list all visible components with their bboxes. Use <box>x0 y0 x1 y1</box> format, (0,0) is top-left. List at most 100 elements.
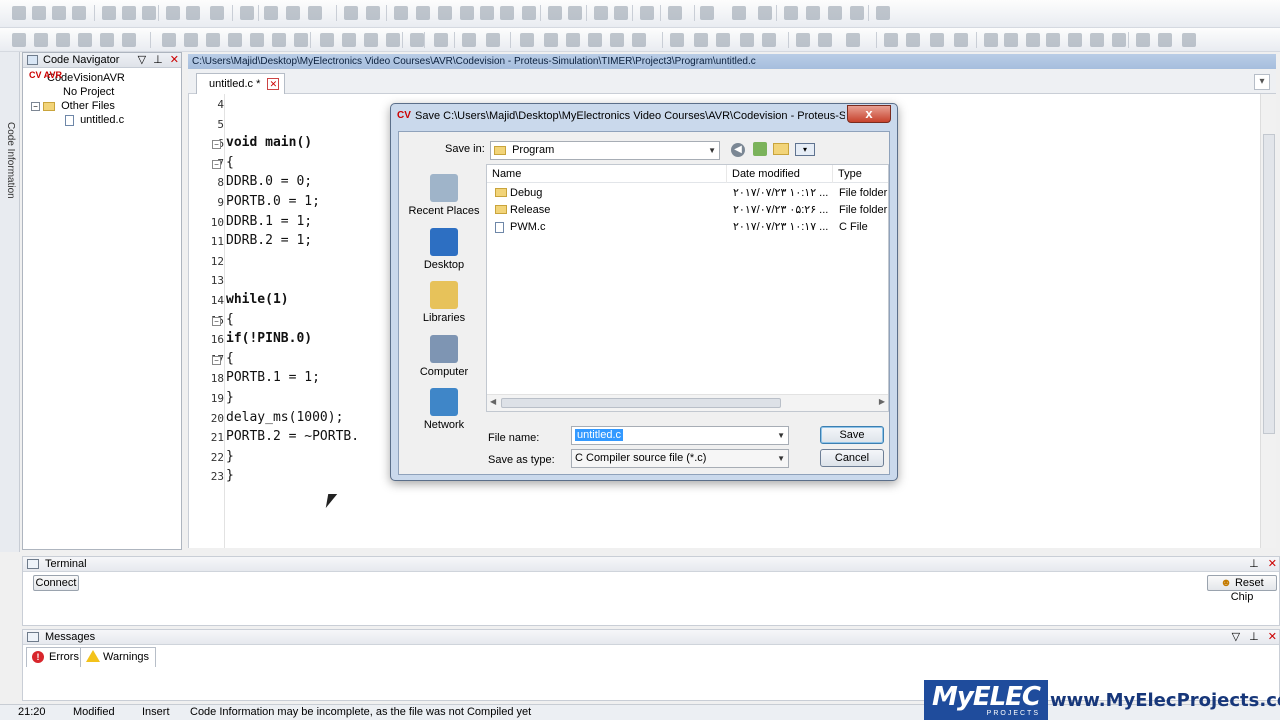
toolbar-button-icon[interactable] <box>228 33 242 47</box>
file-name-input[interactable]: untitled.c ▼ <box>571 426 789 445</box>
toolbar-button-icon[interactable] <box>240 6 254 20</box>
toolbar-button-icon[interactable] <box>78 33 92 47</box>
file-list-item[interactable]: PWM.c ۲۰۱۷/۰۷/۲۳ ۱۰:۱۷ ... C File <box>487 219 888 236</box>
toolbar-button-icon[interactable] <box>700 6 714 20</box>
toolbar-button-icon[interactable] <box>694 33 708 47</box>
view-menu-icon[interactable]: ▾ <box>795 143 815 156</box>
toolbar-button-icon[interactable] <box>784 6 798 20</box>
toolbar-button-icon[interactable] <box>102 6 116 20</box>
place-network[interactable]: Network <box>402 388 486 431</box>
toolbar-button-icon[interactable] <box>344 6 358 20</box>
toolbar-button-icon[interactable] <box>500 6 514 20</box>
close-icon[interactable]: ✕ <box>1268 631 1277 643</box>
toolbar-button-icon[interactable] <box>366 6 380 20</box>
toolbar-button-icon[interactable] <box>594 6 608 20</box>
code-line[interactable]: DDRB.2 = 1; <box>226 233 312 248</box>
toolbar-button-icon[interactable] <box>438 6 452 20</box>
toolbar-button-icon[interactable] <box>668 6 682 20</box>
toolbar-button-icon[interactable] <box>486 33 500 47</box>
toolbar-button-icon[interactable] <box>416 6 430 20</box>
code-line[interactable]: { <box>226 155 234 170</box>
toolbar-button-icon[interactable] <box>828 6 842 20</box>
code-line[interactable]: DDRB.0 = 0; <box>226 174 312 189</box>
file-list-item[interactable]: Release ۲۰۱۷/۰۷/۲۳ ۰۵:۲۶ ... File folder <box>487 202 888 219</box>
toolbar-button-icon[interactable] <box>250 33 264 47</box>
up-folder-icon[interactable] <box>753 142 767 156</box>
toolbar-button-icon[interactable] <box>142 6 156 20</box>
fold-toggle-icon[interactable]: − <box>212 159 221 169</box>
toolbar-button-icon[interactable] <box>906 33 920 47</box>
code-line[interactable]: DDRB.1 = 1; <box>226 214 312 229</box>
reset-chip-button[interactable]: ☻ Reset Chip <box>1207 575 1277 603</box>
place-libraries[interactable]: Libraries <box>402 281 486 324</box>
toolbar-button-icon[interactable] <box>850 6 864 20</box>
toolbar-button-icon[interactable] <box>1046 33 1060 47</box>
toolbar-button-icon[interactable] <box>796 33 810 47</box>
toolbar-button-icon[interactable] <box>1158 33 1172 47</box>
dropdown-icon[interactable]: ▽ <box>138 54 146 66</box>
save-as-type-select[interactable]: C Compiler source file (*.c) ▼ <box>571 449 789 468</box>
toolbar-button-icon[interactable] <box>480 6 494 20</box>
fold-toggle-icon[interactable]: − <box>212 355 221 365</box>
toolbar-button-icon[interactable] <box>806 6 820 20</box>
toolbar-button-icon[interactable] <box>732 6 746 20</box>
cancel-button[interactable]: Cancel <box>820 449 884 467</box>
toolbar-button-icon[interactable] <box>386 33 400 47</box>
toolbar-button-icon[interactable] <box>320 33 334 47</box>
new-folder-icon[interactable] <box>773 143 789 155</box>
scroll-thumb[interactable] <box>1263 134 1275 434</box>
toolbar-button-icon[interactable] <box>1090 33 1104 47</box>
toolbar-button-icon[interactable] <box>34 33 48 47</box>
toolbar-button-icon[interactable] <box>72 6 86 20</box>
toolbar-button-icon[interactable] <box>1182 33 1196 47</box>
code-information-sidetab[interactable]: Code Information <box>0 52 20 552</box>
column-name[interactable]: Name <box>487 165 727 183</box>
toolbar-button-icon[interactable] <box>342 33 356 47</box>
pin-icon[interactable]: ⊥ <box>1249 558 1259 570</box>
tree-item-untitled-file[interactable]: untitled.c <box>65 113 124 127</box>
toolbar-button-icon[interactable] <box>32 6 46 20</box>
toolbar-button-icon[interactable] <box>846 33 860 47</box>
toolbar-button-icon[interactable] <box>544 33 558 47</box>
toolbar-button-icon[interactable] <box>640 6 654 20</box>
place-recent-places[interactable]: Recent Places <box>402 174 486 217</box>
back-icon[interactable]: ◀ <box>731 143 745 157</box>
code-line[interactable]: PORTB.1 = 1; <box>226 370 320 385</box>
toolbar-button-icon[interactable] <box>588 33 602 47</box>
tab-warnings[interactable]: Warnings <box>80 647 157 667</box>
place-desktop[interactable]: Desktop <box>402 227 486 271</box>
editor-vertical-scrollbar[interactable] <box>1260 94 1276 548</box>
toolbar-button-icon[interactable] <box>568 6 582 20</box>
toolbar-button-icon[interactable] <box>520 33 534 47</box>
toolbar-button-icon[interactable] <box>1004 33 1018 47</box>
toolbar-button-icon[interactable] <box>434 33 448 47</box>
toolbar-button-icon[interactable] <box>548 6 562 20</box>
toolbar-button-icon[interactable] <box>1026 33 1040 47</box>
dropdown-icon[interactable]: ▽ <box>1232 631 1240 643</box>
chevron-down-icon[interactable]: ▼ <box>777 427 785 444</box>
toolbar-button-icon[interactable] <box>12 33 26 47</box>
code-line[interactable]: if(!PINB.0) <box>226 331 312 346</box>
close-icon[interactable]: ✕ <box>1268 558 1277 570</box>
code-line[interactable]: } <box>226 449 234 464</box>
toolbar-button-icon[interactable] <box>186 6 200 20</box>
toolbar-button-icon[interactable] <box>166 6 180 20</box>
place-computer[interactable]: Computer <box>402 334 486 378</box>
code-line[interactable]: while(1) <box>226 292 289 307</box>
toolbar-button-icon[interactable] <box>884 33 898 47</box>
file-list-horizontal-scrollbar[interactable]: ◀ ▶ <box>487 394 888 411</box>
toolbar-button-icon[interactable] <box>210 6 224 20</box>
toolbar-button-icon[interactable] <box>460 6 474 20</box>
toolbar-button-icon[interactable] <box>1136 33 1150 47</box>
collapse-icon[interactable]: − <box>31 101 40 111</box>
toolbar-button-icon[interactable] <box>122 6 136 20</box>
column-type[interactable]: Type <box>833 165 888 183</box>
file-list[interactable]: Name Date modified Type Debug ۲۰۱۷/۰۷/۲۳ … <box>486 164 889 412</box>
code-line[interactable]: PORTB.0 = 1; <box>226 194 320 209</box>
column-date-modified[interactable]: Date modified <box>727 165 833 183</box>
toolbar-button-icon[interactable] <box>12 6 26 20</box>
pin-icon[interactable]: ⊥ <box>1249 631 1259 643</box>
toolbar-button-icon[interactable] <box>984 33 998 47</box>
tab-list-dropdown-icon[interactable]: ▾ <box>1254 74 1270 90</box>
toolbar-button-icon[interactable] <box>100 33 114 47</box>
